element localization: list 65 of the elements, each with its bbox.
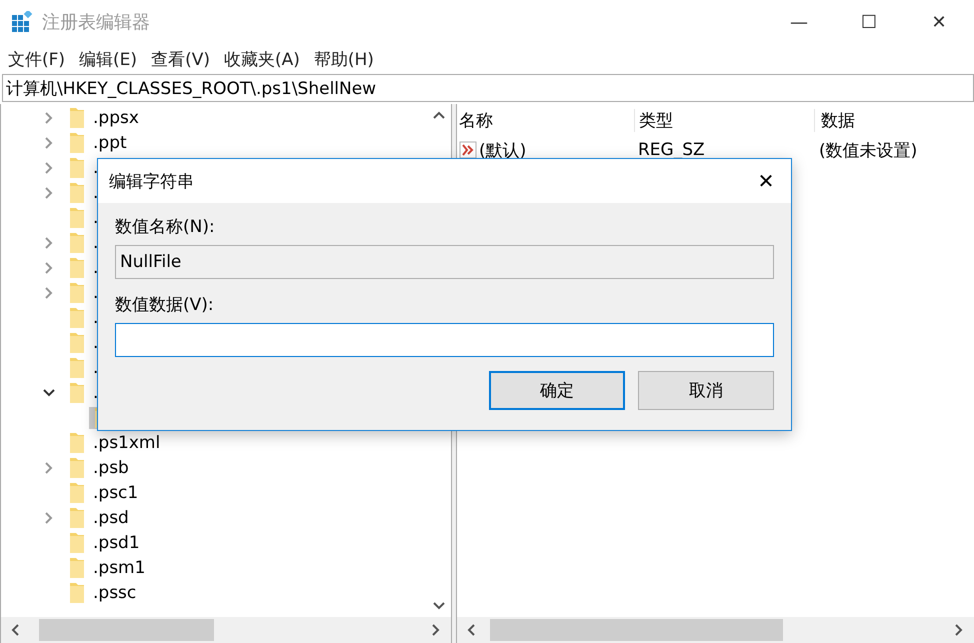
tree-item[interactable]: . [93,232,98,252]
tree-item[interactable]: . [93,258,98,278]
column-header[interactable]: 类型 [635,108,815,132]
folder-icon [67,232,87,254]
tree-item[interactable]: . [93,282,98,302]
address-bar[interactable]: 计算机\HKEY_CLASSES_ROOT\.ps1\ShellNew [2,74,974,102]
close-button[interactable]: ✕ [904,0,974,44]
folder-icon [67,532,87,554]
folder-icon [67,206,87,228]
tree-item[interactable]: .psd1 [93,532,140,552]
folder-icon [67,306,87,328]
tree-item[interactable]: .ps1xml [93,432,160,452]
scrollbar-thumb[interactable] [490,619,783,641]
ok-button[interactable]: 确定 [489,371,625,410]
tree-item[interactable]: . [93,182,98,202]
field-label: 数值名称(N): [115,216,216,239]
table-cell-text: (默认) [479,140,526,162]
folder-icon [67,132,87,154]
app-icon [12,11,34,33]
close-button[interactable]: ✕ [741,159,791,203]
tree-item[interactable]: . [93,332,98,352]
folder-icon [67,456,87,478]
scrollbar-thumb[interactable] [39,619,214,641]
tree-item[interactable]: . [93,382,98,402]
tree-item[interactable]: . [93,358,98,378]
tree-item[interactable]: .psm1 [93,558,146,578]
menu-item[interactable]: 收藏夹(A) [224,48,300,70]
folder-icon [67,332,87,354]
tree-item[interactable]: . [93,208,98,228]
cancel-button[interactable]: 取消 [638,371,774,410]
maximize-button[interactable]: ☐ [834,0,904,44]
folder-icon [67,256,87,278]
column-header[interactable]: 数据 [815,108,855,132]
folder-icon [67,282,87,304]
folder-icon [67,382,87,404]
tree-item[interactable]: .pssc [93,582,136,602]
folder-icon [67,356,87,378]
tree-item[interactable]: . [93,158,98,178]
table-cell-text: REG_SZ [637,140,706,160]
tree-item[interactable]: .ppsx [93,108,139,128]
field-label: 数值数据(V): [115,294,215,317]
input-field[interactable]: NullFile [115,245,774,279]
folder-icon [67,506,87,528]
folder-icon [67,156,87,178]
window-title: 注册表编辑器 [42,11,151,34]
tree-item[interactable]: . [93,308,98,328]
folder-icon [67,182,87,204]
menu-item[interactable]: 查看(V) [151,48,210,70]
folder-icon [67,432,87,454]
tree-item[interactable]: .psc1 [93,482,138,502]
menu-item[interactable]: 编辑(E) [79,48,138,70]
menu-item[interactable]: 帮助(H) [314,48,374,70]
tree-item[interactable]: .psd [93,508,129,528]
minimize-button[interactable]: — [764,0,834,44]
dialog-title: 编辑字符串 [109,170,195,192]
input-field[interactable] [115,323,774,357]
folder-icon [67,106,87,128]
folder-icon [67,482,87,504]
table-cell-text: (数值未设置) [818,140,918,162]
tree-item[interactable]: .ppt [93,132,127,152]
folder-icon [67,582,87,604]
menu-item[interactable]: 文件(F) [8,48,66,70]
tree-item[interactable]: .psb [93,458,129,478]
folder-icon [67,556,87,578]
column-header[interactable]: 名称 [457,108,635,132]
